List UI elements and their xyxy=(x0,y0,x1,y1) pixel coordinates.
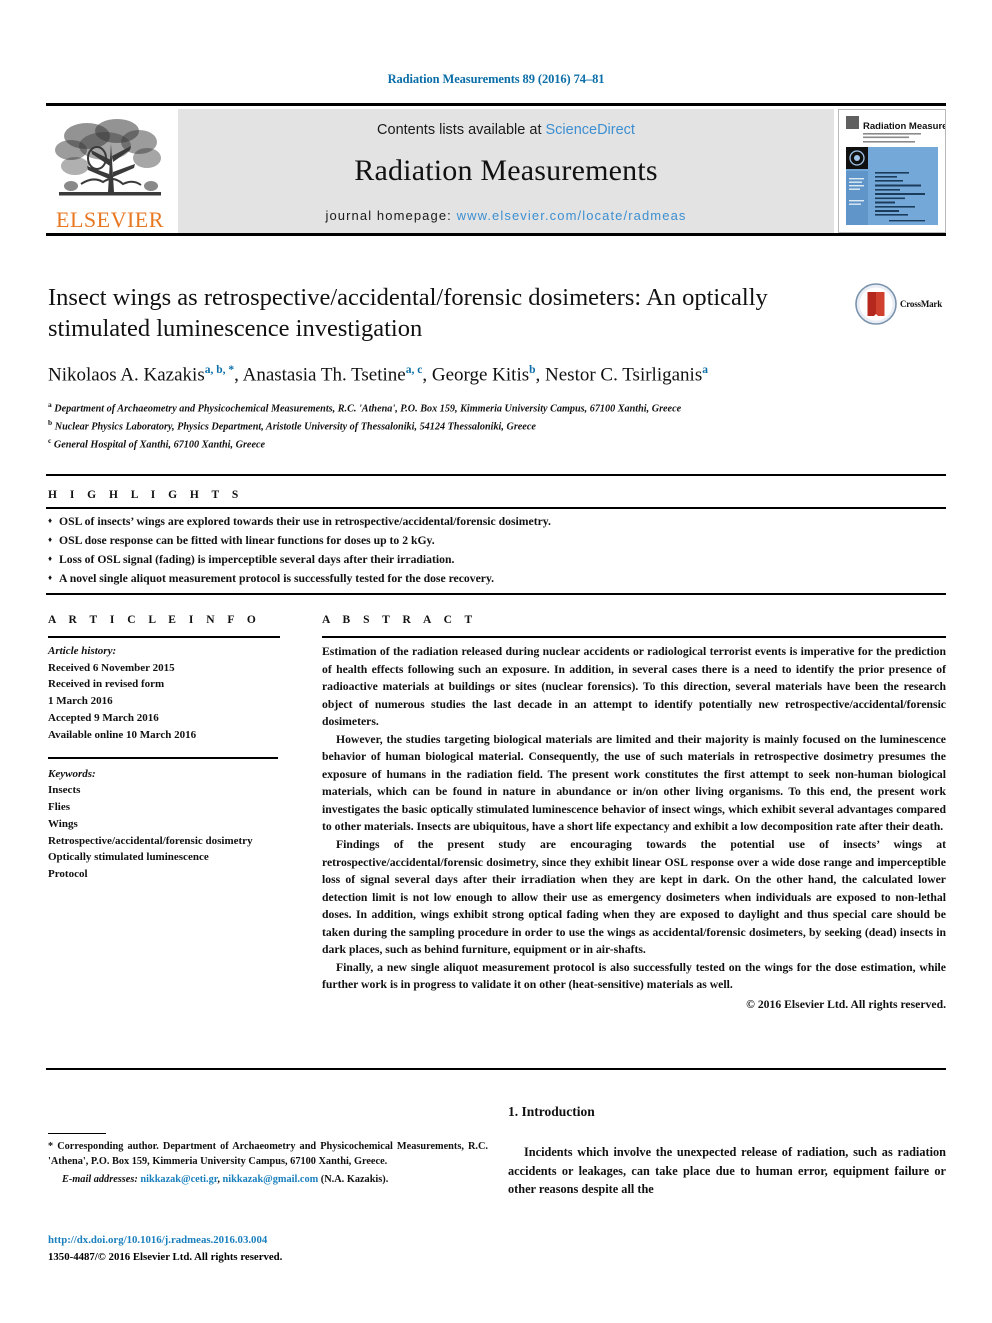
author-2-marks: b xyxy=(529,363,536,376)
article-history-2: 1 March 2016 xyxy=(48,695,113,708)
keyword-0: Insects xyxy=(48,784,81,797)
email-label: E-mail addresses: xyxy=(62,1173,138,1185)
doi-link[interactable]: http://dx.doi.org/10.1016/j.radmeas.2016… xyxy=(48,1232,488,1249)
contents-lists-line: Contents lists available at ScienceDirec… xyxy=(377,122,635,138)
abstract-paragraph-2: Findings of the present study are encour… xyxy=(322,838,946,957)
keywords-label: Keywords: xyxy=(48,767,96,780)
article-history-3: Accepted 9 March 2016 xyxy=(48,711,159,724)
abstract-paragraph-0: Estimation of the radiation released dur… xyxy=(322,645,946,729)
doi-block: http://dx.doi.org/10.1016/j.radmeas.2016… xyxy=(48,1232,488,1265)
masthead-bottom-rule xyxy=(46,233,946,236)
issn-copyright-line: 1350-4487/© 2016 Elsevier Ltd. All right… xyxy=(48,1250,283,1263)
crossmark-label: CrossMark xyxy=(900,299,943,309)
sciencedirect-link[interactable]: ScienceDirect xyxy=(546,122,635,138)
keyword-4: Optically stimulated luminescence xyxy=(48,851,209,864)
list-item: OSL of insects’ wings are explored towar… xyxy=(48,513,946,532)
affiliation-b: b Nuclear Physics Laboratory, Physics De… xyxy=(48,417,838,435)
highlights-bottom-rule xyxy=(46,593,946,595)
highlights-list: OSL of insects’ wings are explored towar… xyxy=(48,513,946,589)
introduction-heading: 1. Introduction xyxy=(508,1104,595,1119)
elsevier-logo: ELSEVIER xyxy=(46,109,174,233)
journal-masthead: ELSEVIER Contents lists available at Sci… xyxy=(46,103,946,236)
article-info-rule xyxy=(48,636,280,638)
footnote-rule xyxy=(48,1133,106,1135)
article-history-4: Available online 10 March 2016 xyxy=(48,728,197,741)
journal-title: Radiation Measurements xyxy=(354,153,658,187)
author-0-marks: a, b, * xyxy=(204,363,235,376)
highlights-heading: H I G H L I G H T S xyxy=(48,489,244,501)
paper-page: Radiation Measurements 89 (2016) 74–81 E… xyxy=(0,0,992,1323)
article-header: Insect wings as retrospective/accidental… xyxy=(48,282,838,452)
list-item: Loss of OSL signal (fading) is impercept… xyxy=(48,551,946,570)
email-link-1[interactable]: nikkazak@ceti.gr xyxy=(140,1174,217,1185)
contents-prefix: Contents lists available at xyxy=(377,121,546,138)
introduction-paragraph: Incidents which involve the unexpected r… xyxy=(508,1145,946,1197)
affiliation-a: a Department of Archaeometry and Physico… xyxy=(48,399,838,417)
list-item: A novel single aliquot measurement proto… xyxy=(48,570,946,589)
keyword-3: Retrospective/accidental/forensic dosime… xyxy=(48,834,253,847)
page-title: Insect wings as retrospective/accidental… xyxy=(48,284,768,343)
keyword-2: Wings xyxy=(48,817,78,830)
article-history-1: Received in revised form xyxy=(48,678,165,691)
email-suffix: (N.A. Kazakis). xyxy=(318,1173,389,1185)
article-history-0: Received 6 November 2015 xyxy=(48,661,175,674)
article-history-label: Article history: xyxy=(48,645,117,657)
author-2-name: George Kitis xyxy=(431,364,530,386)
author-0-name: Nikolaos A. Kazakis xyxy=(48,364,205,386)
highlights-top-rule xyxy=(46,474,946,476)
affiliation-c-mark: c xyxy=(48,435,52,445)
elsevier-wordmark: ELSEVIER xyxy=(56,207,164,232)
abstract-paragraph-3: Finally, a new single aliquot measuremen… xyxy=(322,960,946,992)
affiliation-b-text: Nuclear Physics Laboratory, Physics Depa… xyxy=(54,421,536,433)
highlights-under-rule xyxy=(46,507,946,509)
email-link-2[interactable]: nikkazak@gmail.com xyxy=(223,1174,319,1185)
article-info-column: Article history: Received 6 November 201… xyxy=(48,643,286,883)
masthead-band: Contents lists available at ScienceDirec… xyxy=(178,109,834,233)
masthead-top-rule xyxy=(46,103,946,106)
journal-homepage-link[interactable]: www.elsevier.com/locate/radmeas xyxy=(457,208,687,223)
abstract-rule xyxy=(322,636,946,638)
keyword-1: Flies xyxy=(48,801,70,814)
crossmark-icon xyxy=(855,283,897,325)
introduction-body: Incidents which involve the unexpected r… xyxy=(508,1143,946,1199)
elsevier-tree-icon xyxy=(55,119,161,196)
affiliation-a-mark: a xyxy=(48,399,52,409)
abstract-copyright: © 2016 Elsevier Ltd. All rights reserved… xyxy=(746,997,946,1011)
author-3-marks: a xyxy=(702,363,708,376)
abstract-column: Estimation of the radiation released dur… xyxy=(322,643,946,1013)
homepage-prefix: journal homepage: xyxy=(325,207,457,223)
author-1-marks: a, c xyxy=(405,363,423,376)
journal-homepage-line: journal homepage: www.elsevier.com/locat… xyxy=(325,208,686,223)
article-info-separator xyxy=(48,757,278,759)
abstract-paragraph-1: However, the studies targeting biologica… xyxy=(322,732,946,834)
affiliation-list: a Department of Archaeometry and Physico… xyxy=(48,399,838,453)
abstract-bottom-rule xyxy=(46,1068,946,1070)
article-info-heading: A R T I C L E I N F O xyxy=(48,614,261,626)
abstract-heading: A B S T R A C T xyxy=(322,614,478,626)
svg-text:Radiation Measurements: Radiation Measurements xyxy=(863,121,945,132)
affiliation-c-text: General Hospital of Xanthi, 67100 Xanthi… xyxy=(53,438,266,450)
keyword-5: Protocol xyxy=(48,868,88,881)
cover-art-icon: Radiation Measurements xyxy=(839,110,945,232)
affiliation-c: c General Hospital of Xanthi, 67100 Xant… xyxy=(48,435,838,453)
running-head: Radiation Measurements 89 (2016) 74–81 xyxy=(387,72,605,86)
email-line: E-mail addresses: nikkazak@ceti.gr, nikk… xyxy=(62,1173,389,1185)
footnote-corresponding-text: Corresponding author. Department of Arch… xyxy=(48,1141,488,1168)
affiliation-b-mark: b xyxy=(48,417,53,427)
list-item: OSL dose response can be fitted with lin… xyxy=(48,532,946,551)
author-list: Nikolaos A. Kazakisa, b, *, Anastasia Th… xyxy=(48,363,708,386)
crossmark-badge[interactable]: CrossMark xyxy=(855,281,953,327)
corresponding-author-note: * Corresponding author. Department of Ar… xyxy=(48,1139,488,1187)
affiliation-a-text: Department of Archaeometry and Physicoch… xyxy=(54,403,682,415)
journal-cover-thumbnail: Radiation Measurements xyxy=(838,109,946,233)
author-1-name: Anastasia Th. Tsetine xyxy=(242,364,406,386)
author-3-name: Nestor C. Tsirliganis xyxy=(545,364,703,386)
